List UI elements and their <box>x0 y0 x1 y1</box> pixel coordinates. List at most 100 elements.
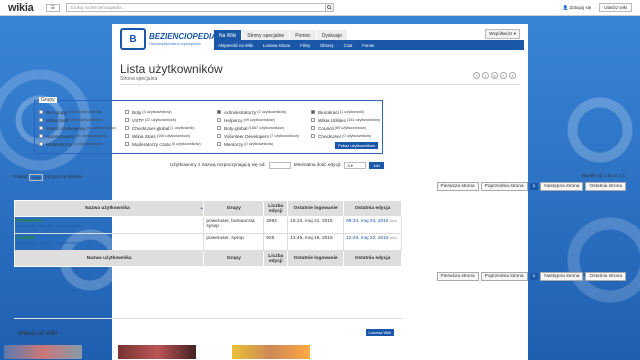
reddit-icon[interactable]: r <box>500 72 507 79</box>
foot-col-last-login[interactable]: Ostatnie logowanie <box>287 250 345 267</box>
hamburger-menu-icon[interactable]: ☰ <box>46 3 60 12</box>
next-page-button[interactable]: Następna strona <box>540 272 584 281</box>
checkbox[interactable] <box>217 110 221 114</box>
user-tools[interactable]: (Dyskusja) · (Edycje) · (Licznik edycji) <box>17 241 201 245</box>
prev-page-button[interactable]: Poprzednia strona <box>480 182 528 191</box>
name-prefix-input[interactable] <box>268 162 291 169</box>
group-checkbox-item[interactable]: Autoryzowani (46 użytkowników) <box>39 132 116 140</box>
group-checkbox-item[interactable]: Biurokraci (1 użytkownik) <box>311 108 380 116</box>
login-link[interactable]: 👤 Zaloguj się <box>563 5 592 11</box>
group-checkbox-item[interactable]: Wikia Stars (106 użytkowników) <box>125 132 201 140</box>
checkbox[interactable] <box>39 134 43 138</box>
group-checkbox-item[interactable]: Council (69 użytkowników) <box>311 124 380 132</box>
group-checkbox-item[interactable]: Wikia Utilities (151 użytkowników) <box>311 116 380 124</box>
diff-link[interactable]: różn <box>390 219 397 223</box>
checkbox[interactable] <box>217 126 221 130</box>
checkbox[interactable] <box>39 118 43 122</box>
group-checkbox-item[interactable]: Boty-global (1667 użytkowników) <box>217 124 299 132</box>
checkbox[interactable] <box>217 142 221 146</box>
wiki-wordmark[interactable]: B BEZIENCIOPEDIA Humanybpedia-encykloped… <box>120 28 217 50</box>
group-checkbox-item[interactable]: Moderatorzy (0 użytkowników) <box>39 140 116 148</box>
foot-col-username[interactable]: Nazwa użytkownika <box>13 250 205 267</box>
random-wiki-button[interactable]: Losowa Wiki <box>365 329 394 336</box>
group-checkbox-item[interactable]: Helpercy (49 użytkowników) <box>217 116 299 124</box>
checkbox[interactable] <box>125 126 129 130</box>
group-checkbox-item[interactable]: Moderatorzy czatu (0 użytkowników) <box>125 140 201 148</box>
group-checkbox-item[interactable]: Administratorzy (2 użytkowników) <box>217 108 299 116</box>
group-checkbox-item[interactable]: Mentorzy (0 użytkowników) <box>217 140 299 148</box>
group-checkbox-item[interactable]: CheckUser-global (1 użytkownik) <box>125 124 201 132</box>
col-edits[interactable]: Liczba edycji <box>263 200 289 217</box>
last-page-button[interactable]: Ostatnia strona <box>585 182 626 191</box>
last-page-button[interactable]: Ostatnia strona <box>585 272 626 281</box>
checkbox[interactable] <box>311 118 315 122</box>
filter-submit-button[interactable]: Idźi <box>369 162 384 169</box>
name-prefix-label: Użytkownicy z nazwą rozpoczynającą się o… <box>170 163 266 168</box>
min-edits-select[interactable]: 5 ▾ <box>344 162 367 169</box>
subnav-activity[interactable]: Aktywność na Wiki <box>218 43 253 48</box>
checkbox[interactable] <box>39 110 43 114</box>
user-groups: poweruser, sysop <box>203 233 265 251</box>
thumbnail-image[interactable] <box>118 345 196 359</box>
prev-page-button[interactable]: Poprzednia strona <box>480 272 528 281</box>
col-username-label: Nazwa użytkownika <box>85 206 130 211</box>
subnav-videos[interactable]: Filmy <box>300 43 310 48</box>
group-checkbox-item[interactable]: CheckUser (0 użytkowników) <box>311 132 380 140</box>
first-page-button[interactable]: Pierwsza strona <box>436 272 479 281</box>
subnav-forum[interactable]: Forum <box>362 43 374 48</box>
group-checkbox-item[interactable]: VSTF (22 użytkowników) <box>125 116 201 124</box>
checkbox[interactable] <box>125 134 129 138</box>
checkbox[interactable] <box>125 110 129 114</box>
checkbox[interactable] <box>125 142 129 146</box>
checkbox[interactable] <box>39 126 43 130</box>
checkbox[interactable] <box>217 134 221 138</box>
checkbox[interactable] <box>217 118 221 122</box>
thumbnail-image[interactable] <box>232 345 310 359</box>
col-username[interactable]: Nazwa użytkownika ▲ <box>13 200 205 217</box>
group-checkbox-item[interactable]: Wikia Staff (266 użytkowników) <box>39 116 116 124</box>
checkbox[interactable] <box>39 142 43 146</box>
col-last-edit[interactable]: Ostatnia edycja <box>343 200 402 217</box>
per-page-select[interactable]: 10 ▾ <box>29 174 43 181</box>
group-count: (46 użytkowników) <box>75 134 107 138</box>
diff-link[interactable]: różn <box>390 236 397 240</box>
next-page-button[interactable]: Następna strona <box>540 182 584 191</box>
thumbnail-image[interactable] <box>4 345 82 359</box>
group-checkbox-item[interactable]: Boty (4 użytkowników) <box>125 108 201 116</box>
checkbox[interactable] <box>311 134 315 138</box>
create-wiki-button[interactable]: Utwórz wiki <box>599 3 632 12</box>
checkbox[interactable] <box>125 118 129 122</box>
checkbox[interactable] <box>311 110 315 114</box>
subnav-chat[interactable]: Czat <box>344 43 353 48</box>
user-last-edit[interactable]: 12:49, maj 22, 2015 <box>346 236 388 241</box>
search-input[interactable]: Szukaj na Bezienciopedia... <box>66 3 326 12</box>
checkbox[interactable] <box>311 126 315 130</box>
group-count: (1 użytkownik) <box>170 126 195 130</box>
wiki-page: B BEZIENCIOPEDIA Humanybpedia-encykloped… <box>112 24 528 360</box>
first-page-button[interactable]: Pierwsza strona <box>436 182 479 191</box>
subnav-random[interactable]: Losowa strona <box>263 43 290 48</box>
groups-legend: Grupy <box>39 97 57 103</box>
groups-column-2: Boty (4 użytkowników) VSTF (22 użytkowników… <box>125 108 201 148</box>
group-checkbox-item[interactable]: Volunteer Developers (7 użytkowników) <box>217 132 299 140</box>
stumble-icon[interactable]: s <box>509 72 516 79</box>
min-edits-value: 5 <box>347 163 350 168</box>
show-users-button[interactable]: Pokaż użytkowników <box>335 142 378 149</box>
search-icon[interactable] <box>325 3 334 12</box>
foot-col-last-edit[interactable]: Ostatnia edycja <box>343 250 402 267</box>
group-checkbox-item[interactable]: Stanić użytkownicy (6 użytkowników) <box>39 124 116 132</box>
group-checkbox-item[interactable]: Bez grupy (249 użytkowników) <box>39 108 116 116</box>
subnav-images[interactable]: Obrazy <box>320 43 334 48</box>
foot-col-groups[interactable]: Grupy <box>203 250 265 267</box>
user-tools[interactable]: (Dyskusja) · (Edycje) · (Licznik edycji) <box>17 224 201 228</box>
contribute-button[interactable]: Współtwórz ▾ <box>485 29 520 39</box>
user-last-edit[interactable]: 09:34, maj 23, 2015 <box>346 219 388 224</box>
google-plus-icon[interactable]: g <box>491 72 498 79</box>
wikia-logo[interactable]: wikia <box>8 2 42 14</box>
wiki-logo-icon: B <box>120 28 146 50</box>
col-groups[interactable]: Grupy <box>203 200 265 217</box>
facebook-icon[interactable]: f <box>473 72 480 79</box>
twitter-icon[interactable]: t <box>482 72 489 79</box>
foot-col-edits[interactable]: Liczba edycji <box>263 250 289 267</box>
col-last-login[interactable]: Ostatnie logowanie <box>287 200 345 217</box>
